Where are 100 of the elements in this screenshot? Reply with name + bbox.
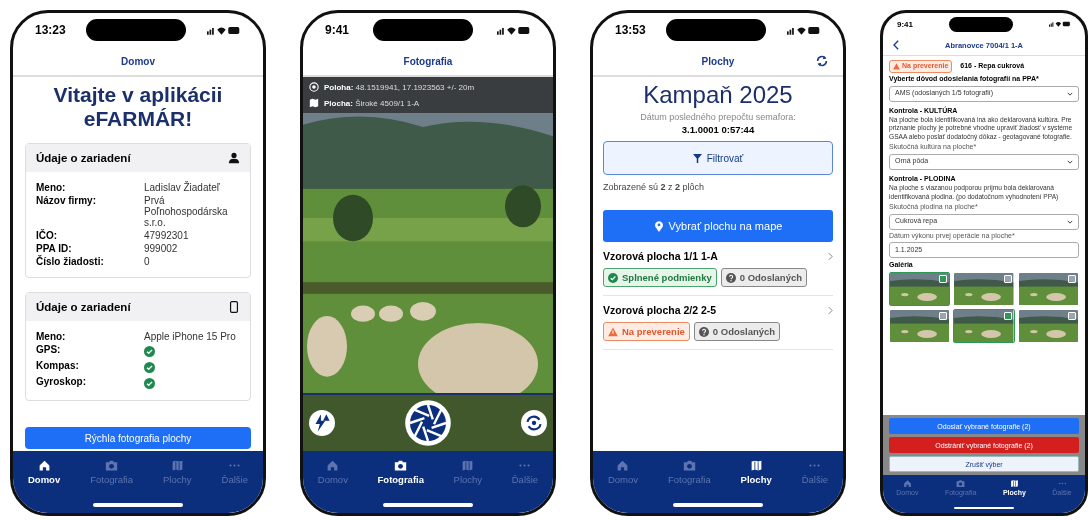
tab-item[interactable]: Ďalšie xyxy=(511,459,539,485)
location-target-icon xyxy=(309,82,319,92)
field-name[interactable]: Vzorová plocha 2/2 2-5 xyxy=(603,304,717,316)
person-icon xyxy=(228,152,240,164)
camera-icon xyxy=(682,459,696,472)
date-label: Dátum posledného prepočtu semafora: xyxy=(639,112,797,122)
tab-item[interactable]: Plochy xyxy=(163,459,192,485)
status-icons xyxy=(1049,20,1071,28)
map-icon xyxy=(170,459,184,472)
warning-icon xyxy=(608,326,618,337)
checkbox[interactable] xyxy=(1003,275,1012,284)
tab-item[interactable]: Plochy xyxy=(453,459,483,485)
checkbox[interactable] xyxy=(1003,312,1012,321)
date-value: 3.1.0001 0:57:44 xyxy=(680,124,756,135)
back-icon[interactable] xyxy=(893,40,900,50)
location-text: Poloha: 48.1519941, 17.1923563 +/- 20m xyxy=(324,82,475,92)
status-icons xyxy=(787,24,821,36)
tab-item[interactable]: Fotografia xyxy=(667,459,711,485)
question-icon xyxy=(725,272,736,283)
field-value: 999002 xyxy=(144,243,179,254)
location-text: Plocha: Široké 4509/1 1-A xyxy=(324,98,420,108)
card-title: Údaje o zariadení xyxy=(36,152,131,164)
status-badge: Splnené podmienky xyxy=(603,268,717,287)
count-text: Zobrazené sú 2 z 2 plôch xyxy=(603,182,706,192)
field-label: Kompas: xyxy=(36,360,80,373)
status-badge: 0 Odoslaných xyxy=(693,322,781,341)
photo-thumbnail[interactable] xyxy=(1018,273,1078,306)
photo-thumbnail[interactable] xyxy=(890,273,950,306)
field-label: IČO: xyxy=(36,230,59,241)
status-time: 13:23 xyxy=(35,23,66,37)
tab-item[interactable]: Fotografia xyxy=(377,459,424,485)
shutter-button[interactable] xyxy=(404,399,452,447)
map-icon xyxy=(309,98,319,108)
checkbox[interactable] xyxy=(1068,312,1076,321)
card-title: Údaje o zariadení xyxy=(36,301,131,313)
tab-item[interactable]: Domov xyxy=(317,459,348,485)
field-label: Názov firmy: xyxy=(36,195,97,208)
quick-photo-button[interactable]: Rýchla fotografia plochy xyxy=(25,427,251,449)
map-icon xyxy=(1009,479,1019,488)
checkbox[interactable] xyxy=(939,275,948,284)
status-time: 9:41 xyxy=(325,23,350,37)
screen-title: Domov xyxy=(121,55,155,67)
chevron-down-icon xyxy=(1067,219,1073,224)
camera-icon xyxy=(956,479,966,488)
chevron-down-icon xyxy=(1067,159,1073,164)
home-indicator xyxy=(954,507,1014,509)
screen-title: Fotografia xyxy=(403,55,453,67)
status-time: 13:53 xyxy=(615,23,646,37)
tab-item[interactable]: Fotografia xyxy=(90,459,133,485)
check-icon xyxy=(608,272,618,283)
welcome-heading: Vitajte v aplikácii eFARMÁR! xyxy=(52,83,224,131)
filter-icon xyxy=(692,153,702,163)
field-label: PPA ID: xyxy=(36,243,73,254)
field-label: Meno: xyxy=(36,182,67,193)
checkbox[interactable] xyxy=(1068,275,1076,284)
switch-camera-icon[interactable] xyxy=(521,410,547,436)
tab-item[interactable]: Ďalšie xyxy=(221,459,248,485)
home-icon xyxy=(37,459,51,472)
status-icons xyxy=(497,24,531,36)
field-value: Apple iPhone 15 Pro xyxy=(144,331,237,342)
photo-thumbnail[interactable] xyxy=(954,310,1014,343)
filter-button[interactable]: Filtrovať xyxy=(603,141,833,175)
field-label: GPS: xyxy=(36,344,62,357)
camera-icon xyxy=(105,459,119,472)
campaign-heading: Kampaň 2025 xyxy=(642,81,794,109)
field-value: Ladislav Žiadateľ xyxy=(144,182,221,193)
smartphone-icon xyxy=(228,301,240,313)
checkbox[interactable] xyxy=(939,312,948,321)
chevron-down-icon xyxy=(1067,91,1073,96)
field-label: Číslo žiadosti: xyxy=(36,256,105,267)
status-badge: Na preverenie xyxy=(603,322,690,341)
field-value: Prvá Poľnohospodárska s.r.o. xyxy=(144,195,229,228)
refresh-icon[interactable] xyxy=(815,54,829,68)
home-icon xyxy=(326,459,340,472)
field-label: Meno: xyxy=(36,331,67,342)
question-icon xyxy=(698,326,709,337)
status-time: 9:41 xyxy=(897,19,913,29)
status-icons xyxy=(207,24,241,36)
flash-auto-icon[interactable] xyxy=(309,410,335,436)
photo-thumbnail[interactable] xyxy=(1018,310,1078,343)
photo-thumbnail[interactable] xyxy=(890,310,950,343)
dynamic-island xyxy=(949,16,1013,32)
map-icon xyxy=(461,459,475,472)
warning-icon xyxy=(893,62,900,70)
tab-item[interactable]: Domov xyxy=(607,459,639,485)
field-name[interactable]: Vzorová plocha 1/1 1-A xyxy=(603,250,718,262)
field-value: 0 xyxy=(144,256,151,267)
screen-title: Plochy xyxy=(701,55,735,67)
tab-item[interactable]: Plochy xyxy=(740,459,772,485)
status-badge: 0 Odoslaných xyxy=(720,268,808,287)
photo-thumbnail[interactable] xyxy=(954,273,1014,306)
select-on-map-button[interactable]: Vybrať plochu na mape xyxy=(603,210,833,242)
tab-item[interactable]: Ďalšie xyxy=(801,459,829,485)
tab-item[interactable]: Domov xyxy=(28,459,61,485)
field-label: Gyroskop: xyxy=(36,376,87,389)
field-value: 47992301 xyxy=(144,230,190,241)
camera-icon xyxy=(394,459,408,472)
home-icon xyxy=(616,459,630,472)
map-icon xyxy=(749,459,763,472)
map-pin-icon xyxy=(653,220,664,232)
